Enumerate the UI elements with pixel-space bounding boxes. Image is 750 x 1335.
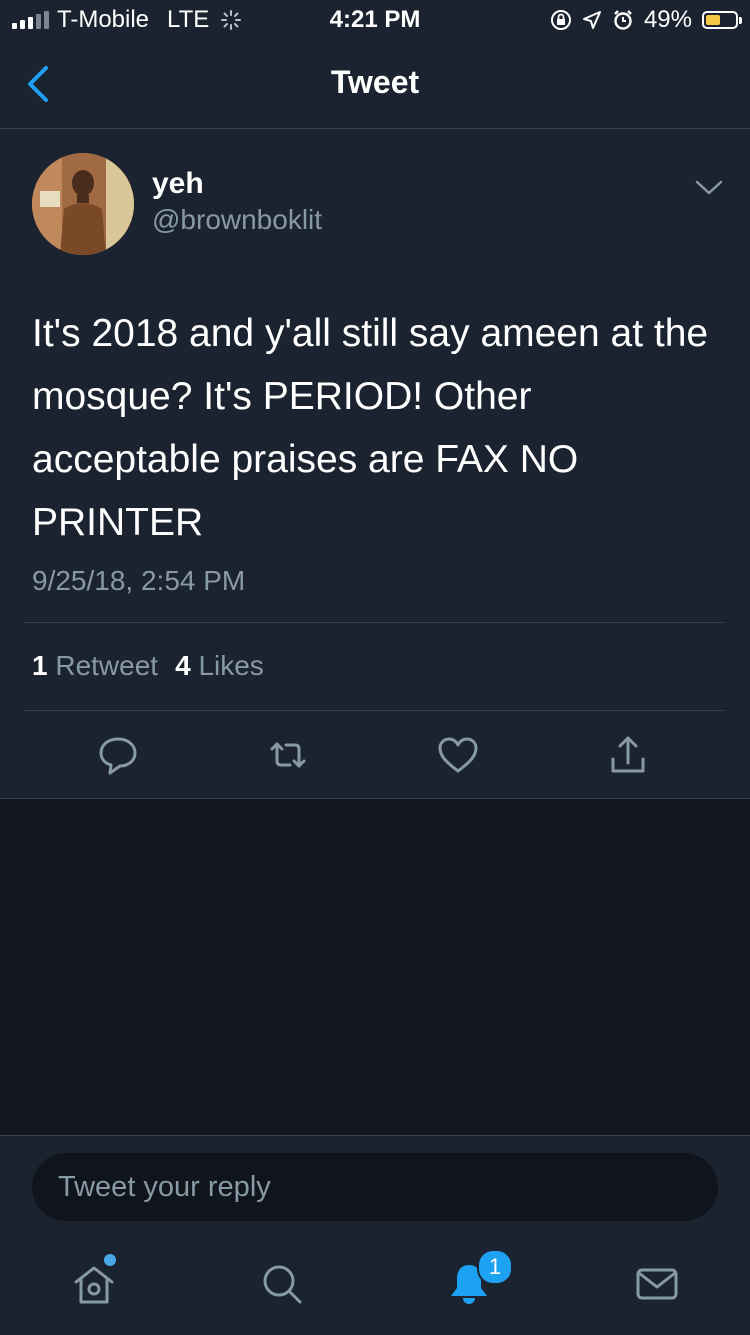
- orientation-lock-icon: [550, 10, 571, 30]
- tweet-detail: yeh @brownboklit It's 2018 and y'all sti…: [0, 129, 750, 799]
- divider: [25, 622, 725, 623]
- author-name[interactable]: yeh: [152, 167, 204, 201]
- tweet-text: It's 2018 and y'all still say ameen at t…: [32, 312, 709, 544]
- author-handle[interactable]: @brownboklit: [152, 204, 322, 236]
- home-new-dot: [104, 1254, 116, 1266]
- status-right: 49%: [550, 6, 742, 34]
- like-icon[interactable]: [436, 733, 480, 777]
- retweet-label: Retweet: [55, 650, 159, 681]
- divider: [25, 710, 725, 711]
- location-icon: [582, 11, 601, 29]
- retweet-stat[interactable]: 1 Retweet: [32, 650, 158, 682]
- retweet-count: 1: [32, 650, 48, 681]
- status-bar: T-Mobile LTE 4:21 PM 49%: [0, 0, 750, 40]
- alarm-icon: [614, 10, 632, 30]
- like-stat[interactable]: 4 Likes: [175, 650, 264, 682]
- notification-badge: 1: [477, 1249, 513, 1285]
- navigation-bar: Tweet: [0, 40, 750, 129]
- like-count: 4: [175, 650, 191, 681]
- chevron-down-icon[interactable]: [692, 177, 726, 199]
- reply-icon[interactable]: [96, 733, 140, 777]
- messages-icon[interactable]: [633, 1260, 681, 1308]
- reply-input[interactable]: Tweet your reply: [32, 1153, 718, 1221]
- avatar[interactable]: [32, 153, 134, 255]
- tweet-timestamp: 9/25/18, 2:54 PM: [32, 565, 246, 596]
- bottom-bar: Tweet your reply 1: [0, 1135, 750, 1335]
- empty-area: [0, 799, 750, 1135]
- avatar-image: [32, 153, 134, 255]
- share-icon[interactable]: [606, 733, 650, 777]
- search-icon[interactable]: [258, 1260, 306, 1308]
- like-label: Likes: [198, 650, 264, 681]
- home-icon[interactable]: [70, 1260, 118, 1308]
- battery-fill: [706, 15, 720, 25]
- retweet-icon[interactable]: [266, 733, 310, 777]
- battery-icon: [702, 11, 742, 29]
- battery-percent: 49%: [643, 6, 692, 33]
- tweet-stats: 1 Retweet 4 Likes: [32, 650, 281, 682]
- page-title: Tweet: [330, 64, 420, 100]
